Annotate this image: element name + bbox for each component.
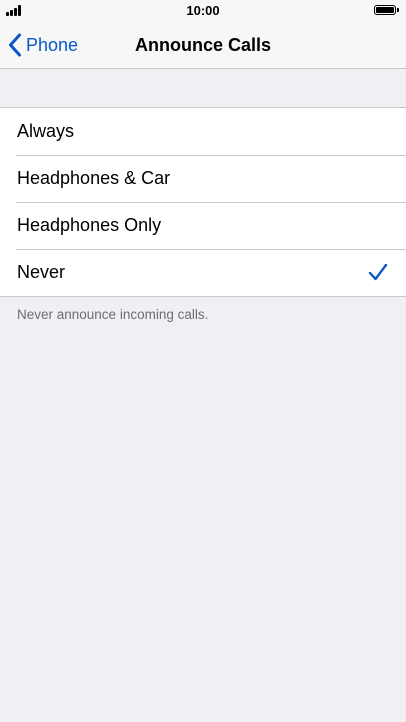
battery-icon <box>374 5 399 15</box>
checkmark-icon <box>368 263 388 281</box>
option-label: Headphones Only <box>17 215 162 235</box>
status-bar: 10:00 <box>0 0 406 22</box>
status-time: 10:00 <box>186 3 220 18</box>
option-label: Headphones & Car <box>17 168 171 188</box>
option-headphones-and-car[interactable]: Headphones & Car <box>0 155 406 202</box>
option-label: Never <box>17 262 66 282</box>
page-title: Announce Calls <box>134 35 272 55</box>
option-label: Always <box>17 121 75 141</box>
option-never[interactable]: Never <box>0 249 406 296</box>
footer-description: Never announce incoming calls. <box>17 307 209 322</box>
screen: 10:00 Phone Announce Calls Always Headph… <box>0 0 406 722</box>
navigation-bar: Phone Announce Calls <box>0 22 406 69</box>
option-always[interactable]: Always <box>0 108 406 155</box>
options-list: Always Headphones & Car Headphones Only … <box>0 107 406 297</box>
option-headphones-only[interactable]: Headphones Only <box>0 202 406 249</box>
